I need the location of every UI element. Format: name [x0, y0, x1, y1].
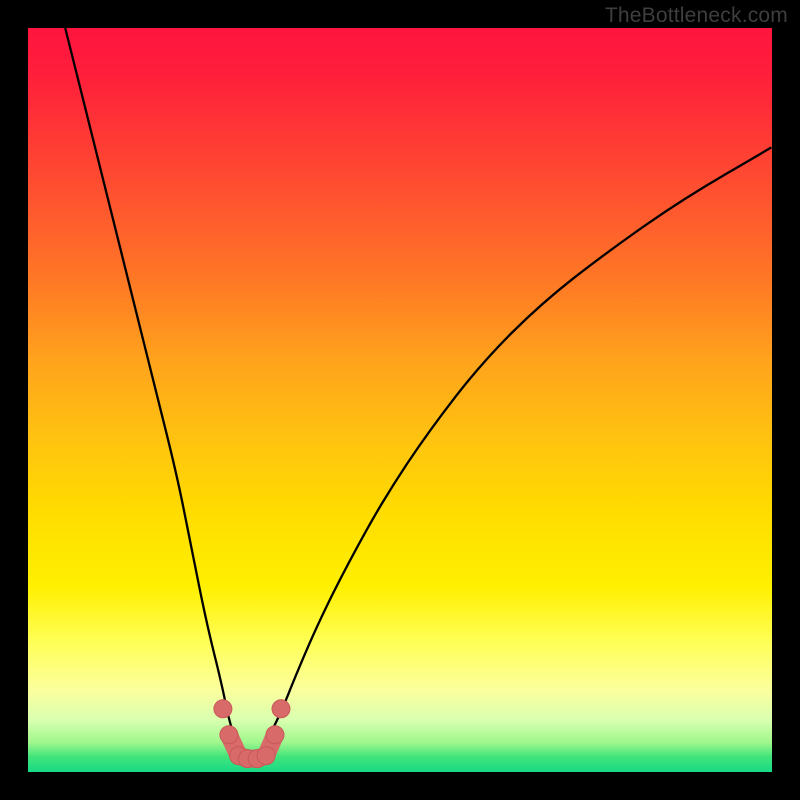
trough-marker [257, 747, 275, 765]
trough-marker [266, 726, 284, 744]
watermark-text: TheBottleneck.com [605, 4, 788, 28]
trough-marker [214, 700, 232, 718]
curve-right-branch [259, 147, 772, 757]
curve-left-branch [65, 28, 244, 757]
trough-marker-group [214, 700, 290, 768]
trough-marker [272, 700, 290, 718]
chart-svg [28, 28, 772, 772]
trough-marker [220, 726, 238, 744]
chart-frame: TheBottleneck.com [0, 0, 800, 800]
